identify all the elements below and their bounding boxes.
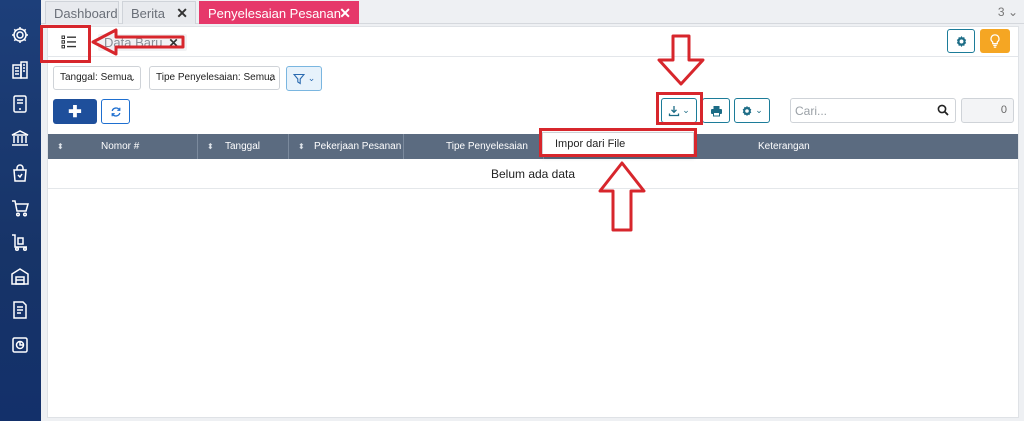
refresh-button[interactable]: [101, 99, 130, 124]
annotation-arrow-down: [657, 34, 705, 86]
column-header-tipe[interactable]: Tipe Penyelesaian: [404, 134, 544, 159]
chevron-down-icon: ⌄: [128, 73, 136, 83]
printer-icon: [710, 105, 722, 116]
subtab-bar: Data Baru ✕: [48, 27, 1018, 57]
table-settings-button[interactable]: ⌄: [734, 98, 770, 123]
funnel-icon: [292, 73, 305, 84]
chevron-down-icon: ⌄: [307, 73, 316, 83]
chevron-down-icon: ⌄: [267, 73, 275, 83]
content-panel: Data Baru ✕ Tanggal: Semua ⌄ Tipe Penyele…: [47, 26, 1019, 418]
column-header-pekerjaan[interactable]: ⬍ Pekerjaan Pesanan: [289, 134, 404, 159]
search-icon: [937, 104, 949, 116]
cart-icon[interactable]: [9, 197, 31, 219]
shopping-bag-icon[interactable]: [9, 162, 31, 184]
gear-icon[interactable]: [9, 24, 31, 46]
annotation-arrow-up: [598, 161, 646, 232]
building-icon[interactable]: [9, 59, 31, 81]
tab-count[interactable]: 3 ⌄: [998, 5, 1018, 19]
empty-state-row: Belum ada data: [48, 159, 1018, 189]
annotation-arrow-left: [91, 28, 185, 56]
column-header-nomor[interactable]: ⬍ Nomor #: [48, 134, 198, 159]
refresh-icon: [111, 106, 120, 117]
type-filter-label: Tipe Penyelesaian: Semua: [156, 72, 276, 83]
close-icon[interactable]: ✕: [339, 2, 351, 25]
delivery-cart-icon[interactable]: [9, 231, 31, 253]
add-button[interactable]: ✚: [53, 99, 97, 124]
settings-button[interactable]: [947, 29, 975, 53]
date-filter[interactable]: Tanggal: Semua ⌄: [53, 66, 141, 90]
date-filter-label: Tanggal: Semua: [60, 72, 133, 83]
tab-berita[interactable]: Berita ✕: [122, 1, 196, 24]
sort-icon: ⬍: [57, 142, 64, 151]
search-field[interactable]: [790, 98, 956, 123]
warehouse-icon[interactable]: [9, 265, 31, 287]
close-icon[interactable]: ✕: [176, 2, 188, 25]
type-filter[interactable]: Tipe Penyelesaian: Semua ⌄: [149, 66, 280, 90]
sort-icon: ⬍: [298, 142, 305, 151]
app-window: Dashboard Berita ✕ Penyelesaian Pesanan …: [0, 0, 1024, 421]
annotation-highlight-list-button: [40, 25, 91, 63]
sidebar: [0, 0, 41, 421]
table-header: ⬍ Nomor # ⬍ Tanggal ⬍ Pekerjaan Pesanan …: [48, 134, 1018, 159]
record-count: 0: [961, 98, 1014, 123]
filter-button[interactable]: ⌄: [286, 66, 322, 91]
lightbulb-icon: [990, 34, 1000, 48]
tax-document-icon[interactable]: [9, 299, 31, 321]
tab-label: Penyelesaian Pesanan: [208, 6, 341, 21]
tab-penyelesaian-pesanan[interactable]: Penyelesaian Pesanan ✕: [199, 1, 359, 24]
sort-icon: ⬍: [207, 142, 214, 151]
chevron-down-icon: ⌄: [1007, 5, 1018, 19]
gear-icon: [742, 105, 752, 116]
tab-label: Berita: [131, 6, 165, 21]
bank-icon[interactable]: [9, 127, 31, 149]
gear-icon: [956, 35, 966, 47]
annotation-highlight-import-menu: [539, 128, 697, 157]
column-header-tanggal[interactable]: ⬍ Tanggal: [198, 134, 289, 159]
tab-bar: Dashboard Berita ✕ Penyelesaian Pesanan …: [41, 0, 1024, 24]
annotation-highlight-import-button: [656, 92, 703, 125]
tab-dashboard[interactable]: Dashboard: [45, 1, 119, 24]
search-input[interactable]: [791, 99, 931, 122]
print-button[interactable]: [702, 98, 730, 123]
chevron-down-icon: ⌄: [755, 105, 763, 115]
tab-label: Dashboard: [54, 6, 118, 21]
tips-button[interactable]: [980, 29, 1010, 53]
report-icon[interactable]: [9, 334, 31, 356]
tablet-icon[interactable]: [9, 93, 31, 115]
plus-icon: ✚: [68, 103, 82, 121]
